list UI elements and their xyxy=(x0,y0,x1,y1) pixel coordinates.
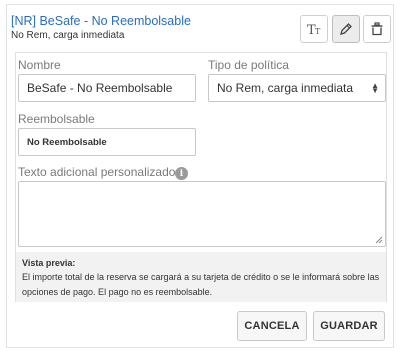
cancel-button[interactable]: CANCELA xyxy=(237,311,307,341)
select-arrows-icon: ▲ ▼ xyxy=(371,81,379,95)
info-icon[interactable]: i xyxy=(175,167,188,180)
resize-grip-icon[interactable] xyxy=(375,236,383,244)
policy-subtitle: No Rem, carga inmediata xyxy=(11,30,125,41)
policy-form: Nombre BeSafe - No Reembolsable Tipo de … xyxy=(15,52,387,302)
tipo-select[interactable]: No Rem, carga inmediata ▲ ▼ xyxy=(208,74,386,102)
reembolsable-value: No Reembolsable xyxy=(27,136,107,148)
preview-box: Vista previa: El importe total de la res… xyxy=(16,252,386,302)
nombre-input[interactable]: BeSafe - No Reembolsable xyxy=(18,74,196,102)
svg-text:T: T xyxy=(315,27,321,36)
tipo-value: No Rem, carga inmediata xyxy=(217,81,354,95)
nombre-label: Nombre xyxy=(18,58,61,72)
policy-card: [NR] BeSafe - No Reembolsable No Rem, ca… xyxy=(6,4,394,348)
texto-textarea[interactable] xyxy=(18,181,386,247)
save-button[interactable]: GUARDAR xyxy=(313,311,385,341)
trash-icon xyxy=(371,22,383,36)
text-format-button[interactable]: T T xyxy=(300,15,328,43)
pencil-icon xyxy=(340,23,352,35)
tipo-label: Tipo de política xyxy=(208,58,289,72)
edit-button[interactable] xyxy=(332,15,360,43)
nombre-value: BeSafe - No Reembolsable xyxy=(27,81,173,95)
delete-button[interactable] xyxy=(363,15,391,43)
texto-label: Texto adicional personalizado xyxy=(18,165,176,179)
text-format-icon: T T xyxy=(307,23,321,36)
policy-title: [NR] BeSafe - No Reembolsable xyxy=(11,14,191,28)
preview-text: El importe total de la reserva se cargar… xyxy=(22,272,380,297)
reembolsable-label: Reembolsable xyxy=(18,112,95,126)
preview-title: Vista previa: xyxy=(22,258,76,268)
reembolsable-input[interactable]: No Reembolsable xyxy=(18,128,196,156)
